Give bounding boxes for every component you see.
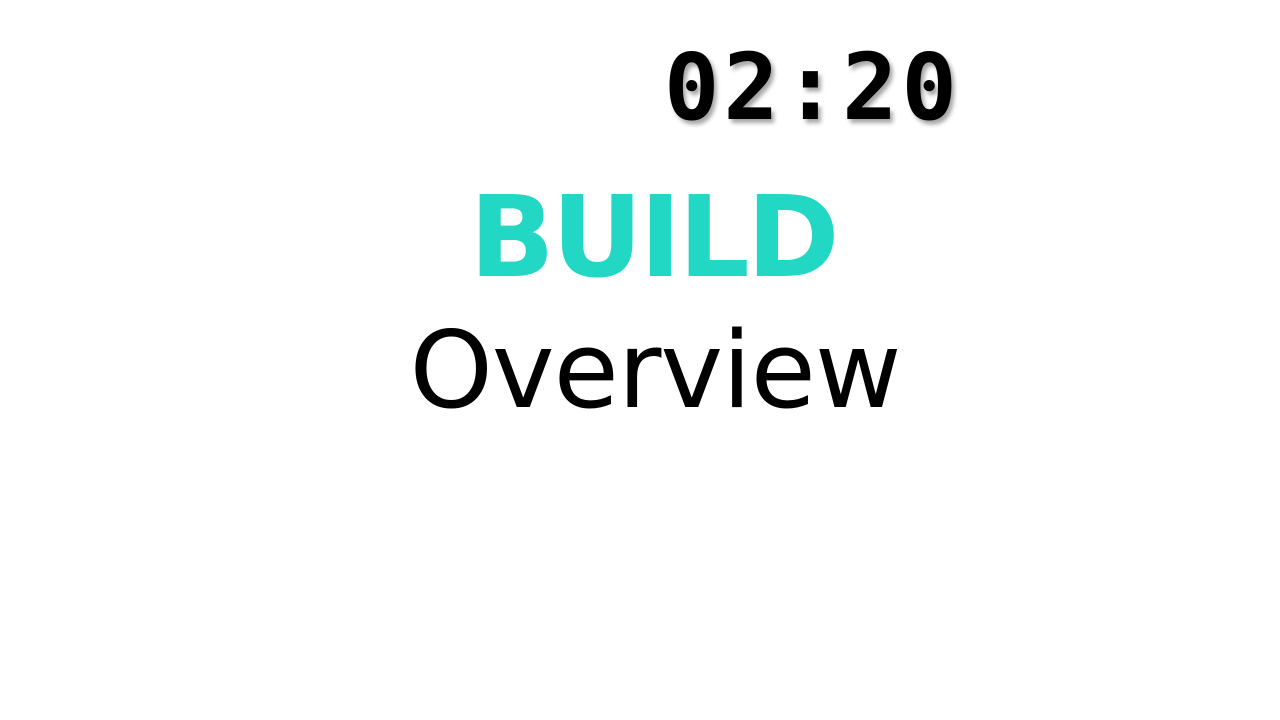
- slide-title: BUILD: [469, 173, 839, 303]
- countdown-timer: 02:20: [664, 34, 961, 141]
- slide-stage: 02:20 BUILD Overview: [0, 0, 1280, 720]
- slide-subtitle: Overview: [409, 309, 901, 432]
